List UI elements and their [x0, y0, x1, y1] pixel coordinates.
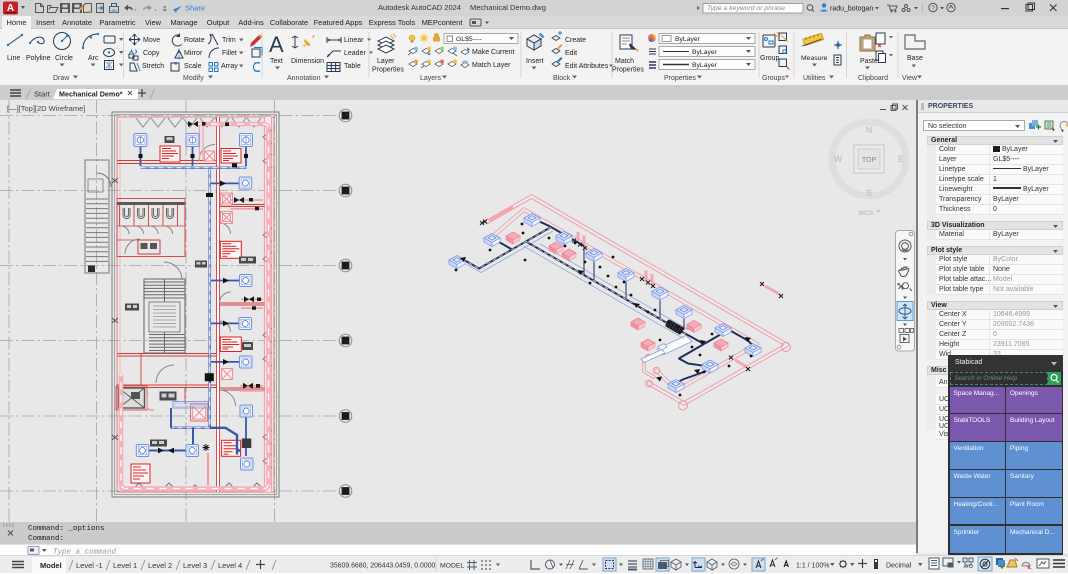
svg-text:Table: Table	[344, 63, 361, 70]
svg-text:Mechanical Demo*: Mechanical Demo*	[59, 90, 123, 99]
svg-text:Block: Block	[553, 75, 571, 82]
svg-text:Properties: Properties	[612, 67, 644, 74]
svg-text:Share: Share	[185, 4, 205, 13]
svg-text:Mirror: Mirror	[184, 50, 203, 57]
svg-text:W: W	[834, 154, 843, 164]
svg-text:Text: Text	[270, 58, 283, 65]
svg-text:Properties: Properties	[664, 75, 696, 82]
svg-text:ByLayer: ByLayer	[692, 49, 718, 56]
svg-text:Decimal: Decimal	[886, 563, 912, 570]
svg-text:Autodesk AutoCAD 2024: Autodesk AutoCAD 2024	[378, 3, 461, 12]
svg-text:Move: Move	[143, 37, 160, 44]
svg-text:radu_botogan: radu_botogan	[830, 6, 873, 13]
svg-text:Dimension: Dimension	[291, 58, 324, 65]
svg-text:Rotate: Rotate	[184, 37, 205, 44]
svg-text:Layers: Layers	[420, 75, 442, 82]
svg-text:Trim: Trim	[222, 37, 236, 44]
svg-text:View: View	[902, 75, 918, 82]
svg-text:S: S	[866, 188, 872, 198]
svg-text:1:1 / 100%: 1:1 / 100%	[796, 563, 829, 570]
svg-text:Level 1: Level 1	[113, 561, 137, 570]
svg-text:Level 2: Level 2	[148, 561, 172, 570]
svg-text:Level -1: Level -1	[76, 561, 103, 570]
svg-text:Level 4: Level 4	[218, 561, 242, 570]
svg-text:Start: Start	[34, 90, 51, 99]
svg-text:Stretch: Stretch	[142, 63, 164, 70]
svg-text:ByLayer: ByLayer	[675, 36, 701, 43]
svg-text:35609.6680, 206443.0459, 0.000: 35609.6680, 206443.0459, 0.0000	[330, 563, 436, 570]
svg-text:Create: Create	[565, 37, 586, 44]
svg-text:Annotation: Annotation	[287, 75, 321, 82]
svg-text:Array: Array	[221, 63, 238, 70]
svg-text:Edit Attributes: Edit Attributes	[565, 63, 609, 70]
svg-text:Layer: Layer	[377, 58, 395, 65]
svg-text:?: ?	[931, 5, 935, 12]
svg-text:Match: Match	[615, 58, 634, 65]
svg-text:Mechanical Demo.dwg: Mechanical Demo.dwg	[470, 3, 546, 12]
svg-text:WCS: WCS	[858, 210, 874, 217]
svg-text:Groups: Groups	[762, 75, 785, 82]
svg-text:E: E	[898, 154, 904, 164]
svg-text:Type a keyword or phrase: Type a keyword or phrase	[707, 5, 785, 12]
svg-text:TOP: TOP	[862, 157, 877, 164]
svg-text:Base: Base	[907, 55, 923, 62]
svg-text:Utilities: Utilities	[803, 75, 826, 82]
svg-text:Model: Model	[40, 561, 62, 570]
svg-text:Polyline: Polyline	[26, 55, 51, 62]
svg-text:Fillet: Fillet	[222, 50, 237, 57]
svg-text:Properties: Properties	[372, 67, 404, 74]
svg-text:[—][Top][2D Wireframe]: [—][Top][2D Wireframe]	[7, 104, 85, 113]
svg-text:Paste: Paste	[860, 58, 878, 65]
svg-text:Line: Line	[7, 55, 20, 62]
svg-text:Insert: Insert	[526, 58, 544, 65]
svg-text:Scale: Scale	[184, 63, 202, 70]
svg-text:MODEL: MODEL	[440, 563, 464, 570]
svg-text:GL$5----: GL$5----	[456, 36, 482, 43]
svg-text:N: N	[866, 125, 873, 135]
svg-text:Make Current: Make Current	[472, 49, 514, 56]
svg-text:Draw: Draw	[53, 75, 70, 82]
svg-text:Clipboard: Clipboard	[858, 75, 888, 82]
svg-text:Copy: Copy	[143, 50, 160, 57]
svg-text:ByLayer: ByLayer	[692, 62, 718, 69]
svg-text:Circle: Circle	[55, 55, 73, 62]
svg-text:Linear: Linear	[344, 37, 364, 44]
svg-text:Arc: Arc	[88, 55, 99, 62]
svg-text:Measure: Measure	[801, 55, 828, 62]
svg-text:Modify: Modify	[183, 75, 204, 82]
svg-text:Group: Group	[760, 55, 780, 62]
svg-text:Match Layer: Match Layer	[472, 62, 511, 69]
svg-text:Leader: Leader	[344, 50, 366, 57]
svg-text:A: A	[269, 32, 284, 57]
svg-text:Level 3: Level 3	[183, 561, 207, 570]
svg-text:Edit: Edit	[565, 50, 577, 57]
